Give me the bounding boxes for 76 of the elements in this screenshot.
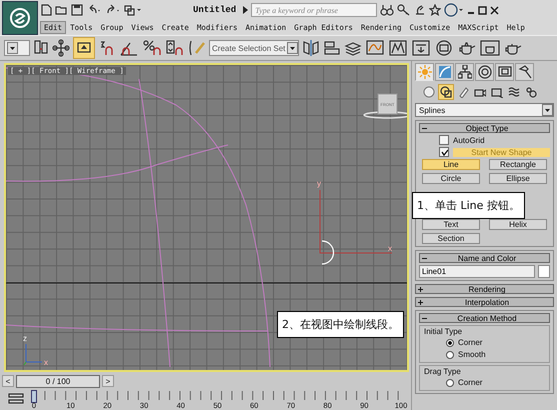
rollout-header[interactable]: Object Type	[419, 123, 550, 133]
percent-snap-icon[interactable]	[142, 39, 162, 57]
rollout-header[interactable]: Creation Method	[419, 313, 550, 323]
key-icon[interactable]	[397, 4, 412, 16]
axis-tripod	[24, 344, 42, 366]
render-setup-icon[interactable]	[434, 39, 454, 57]
category-dropdown[interactable]: Splines	[415, 103, 554, 117]
material-editor-icon[interactable]	[411, 39, 432, 57]
radio-dot[interactable]	[446, 350, 454, 358]
shape-button[interactable]: Helix	[489, 219, 547, 230]
gizmo-axis-label: x	[388, 244, 392, 253]
tripod-axis-label: x	[44, 358, 48, 367]
binoculars-icon[interactable]	[380, 4, 394, 16]
window-crossing-icon[interactable]	[73, 37, 95, 59]
group-title: Drag Type	[424, 367, 462, 376]
radio-option[interactable]: Corner	[424, 337, 545, 348]
mirror-icon[interactable]	[302, 39, 320, 57]
checkbox-label: Start New Shape	[453, 148, 550, 156]
align-icon[interactable]	[323, 39, 342, 57]
caret-icon	[290, 46, 296, 50]
checkbox[interactable]	[439, 147, 449, 157]
minus-icon	[422, 126, 427, 130]
plus-icon	[418, 286, 423, 292]
group-title: Initial Type	[424, 327, 464, 336]
spinner-snap-icon[interactable]	[165, 39, 185, 57]
radio-dot[interactable]	[446, 378, 454, 386]
search-field[interactable]: Type a keyword or phrase	[251, 3, 378, 17]
name-field[interactable]: Line01	[419, 265, 535, 278]
project-folder-icon[interactable]	[124, 4, 142, 16]
maximize-icon[interactable]	[478, 5, 488, 15]
callout-text: 2、在视图中绘制线段。	[277, 311, 404, 338]
shape-button[interactable]: Section	[422, 233, 480, 244]
current-frame-marker[interactable]	[31, 390, 37, 403]
graph-window-icon[interactable]	[388, 39, 408, 57]
move-icon[interactable]	[52, 39, 70, 57]
checkbox[interactable]	[439, 135, 449, 145]
new-file-icon[interactable]	[40, 4, 52, 16]
checkbox-label: AutoGrid	[453, 136, 485, 144]
star-icon[interactable]	[429, 4, 442, 16]
shape-button[interactable]: Ellipse	[489, 173, 547, 184]
open-folder-icon[interactable]	[55, 4, 68, 16]
rollout-header[interactable]: Rendering	[415, 284, 554, 294]
rollout-header[interactable]: Name and Color	[419, 253, 550, 263]
tripod-axis-label: z	[23, 334, 27, 343]
redo-icon[interactable]	[105, 4, 121, 16]
help-icon[interactable]	[444, 3, 464, 17]
save-icon[interactable]	[71, 4, 83, 16]
color-swatch[interactable]	[538, 265, 550, 278]
shape-button[interactable]: Text	[422, 219, 480, 230]
caret-icon	[243, 6, 248, 14]
rollout-header[interactable]: Interpolation	[415, 297, 554, 307]
plus-icon	[418, 300, 423, 304]
time-slider-thumb[interactable]: 0 / 100	[16, 374, 100, 388]
callout-text: 1、单击 Line 按钮。	[412, 192, 525, 219]
gizmo-axis-label: y	[317, 179, 321, 188]
window-title: Untitled	[193, 5, 236, 15]
app-logo[interactable]	[2, 1, 38, 35]
radio-option[interactable]: Smooth	[424, 349, 545, 360]
viewcube[interactable]	[363, 94, 407, 119]
next-frame-button[interactable]: >	[102, 375, 114, 388]
shape-button[interactable]: Rectangle	[489, 159, 547, 170]
filter-icon[interactable]	[8, 392, 24, 406]
close-icon[interactable]	[490, 5, 500, 15]
shape-button[interactable]: Line	[422, 159, 480, 170]
radio-option[interactable]: Corner	[424, 377, 545, 388]
caret-icon	[10, 46, 15, 50]
caret-icon	[545, 108, 550, 112]
radio-dot[interactable]	[446, 338, 454, 346]
selection-set-dropdown[interactable]: Create Selection Set	[209, 40, 300, 56]
shape-button[interactable]: Circle	[422, 173, 480, 184]
minus-icon	[422, 256, 427, 260]
minus-icon	[422, 316, 427, 320]
curve-editor-icon[interactable]	[365, 39, 386, 57]
selection-filter-dropdown[interactable]	[4, 40, 30, 56]
previous-frame-button[interactable]: <	[2, 375, 14, 388]
check-icon	[440, 148, 448, 156]
